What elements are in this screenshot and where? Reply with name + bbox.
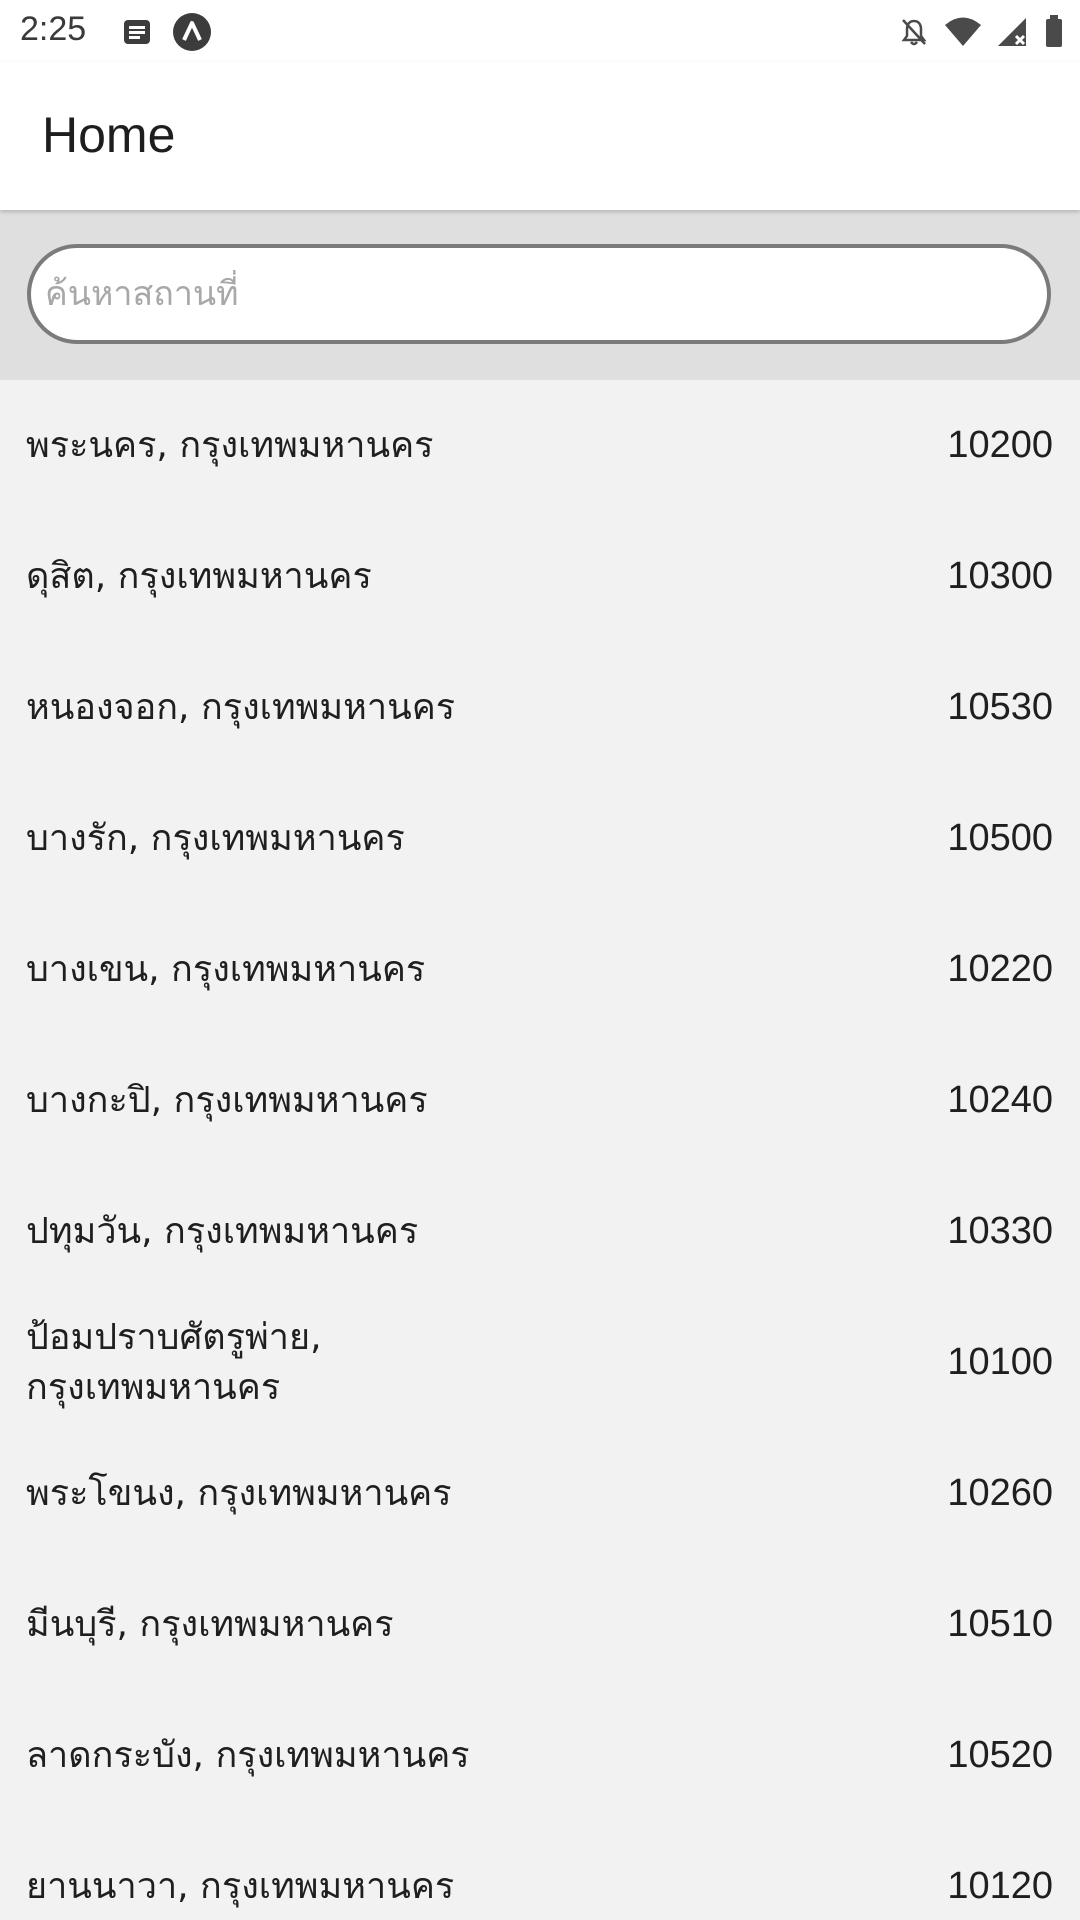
postal-code: 10220 bbox=[947, 948, 1053, 990]
list-item[interactable]: บางรัก, กรุงเทพมหานคร 10500 bbox=[0, 773, 1080, 904]
list-item[interactable]: บางเขน, กรุงเทพมหานคร 10220 bbox=[0, 904, 1080, 1035]
list-item[interactable]: พระโขนง, กรุงเทพมหานคร 10260 bbox=[0, 1428, 1080, 1559]
postal-code: 10240 bbox=[947, 1079, 1053, 1121]
postal-code: 10100 bbox=[947, 1341, 1053, 1383]
list-item[interactable]: ปทุมวัน, กรุงเทพมหานคร 10330 bbox=[0, 1166, 1080, 1297]
battery-icon bbox=[1044, 15, 1064, 49]
postal-code: 10200 bbox=[947, 424, 1053, 466]
list-item[interactable]: หนองจอก, กรุงเทพมหานคร 10530 bbox=[0, 642, 1080, 773]
notes-icon bbox=[122, 17, 152, 47]
postal-code: 10120 bbox=[947, 1865, 1053, 1907]
place-name: บางกะปิ, กรุงเทพมหานคร bbox=[26, 1079, 428, 1121]
place-list: พระนคร, กรุงเทพมหานคร 10200 ดุสิต, กรุงเ… bbox=[0, 380, 1080, 1920]
wifi-icon bbox=[944, 16, 982, 48]
place-name: พระนคร, กรุงเทพมหานคร bbox=[26, 424, 434, 466]
status-system-icons bbox=[898, 12, 1064, 52]
status-notification-icons bbox=[122, 12, 212, 52]
status-time: 2:25 bbox=[20, 10, 87, 48]
bell-off-icon bbox=[898, 16, 930, 48]
postal-code: 10510 bbox=[947, 1603, 1053, 1645]
search-input[interactable] bbox=[27, 244, 1051, 344]
list-item[interactable]: มีนบุรี, กรุงเทพมหานคร 10510 bbox=[0, 1559, 1080, 1690]
postal-code: 10260 bbox=[947, 1472, 1053, 1514]
place-name: บางรัก, กรุงเทพมหานคร bbox=[26, 817, 405, 859]
page-title: Home bbox=[42, 107, 176, 163]
place-name: มีนบุรี, กรุงเทพมหานคร bbox=[26, 1603, 394, 1645]
place-name: หนองจอก, กรุงเทพมหานคร bbox=[26, 686, 456, 728]
place-name: ปทุมวัน, กรุงเทพมหานคร bbox=[26, 1210, 419, 1252]
app-bar: Home bbox=[0, 62, 1080, 210]
signal-icon bbox=[996, 16, 1030, 48]
place-name: ยานนาวา, กรุงเทพมหานคร bbox=[26, 1865, 455, 1907]
place-name: ลาดกระบัง, กรุงเทพมหานคร bbox=[26, 1734, 470, 1776]
place-name: ดุสิต, กรุงเทพมหานคร bbox=[26, 555, 372, 597]
status-bar: 2:25 bbox=[0, 0, 1080, 62]
place-name: ป้อมปราบศัตรูพ่าย, กรุงเทพมหานคร bbox=[26, 1316, 322, 1408]
list-item[interactable]: ดุสิต, กรุงเทพมหานคร 10300 bbox=[0, 511, 1080, 642]
postal-code: 10520 bbox=[947, 1734, 1053, 1776]
place-name: พระโขนง, กรุงเทพมหานคร bbox=[26, 1472, 452, 1514]
app-logo-icon bbox=[172, 12, 212, 52]
list-item[interactable]: บางกะปิ, กรุงเทพมหานคร 10240 bbox=[0, 1035, 1080, 1166]
place-name: บางเขน, กรุงเทพมหานคร bbox=[26, 948, 426, 990]
list-item[interactable]: ยานนาวา, กรุงเทพมหานคร 10120 bbox=[0, 1821, 1080, 1920]
postal-code: 10330 bbox=[947, 1210, 1053, 1252]
postal-code: 10300 bbox=[947, 555, 1053, 597]
postal-code: 10530 bbox=[947, 686, 1053, 728]
list-item[interactable]: ลาดกระบัง, กรุงเทพมหานคร 10520 bbox=[0, 1690, 1080, 1821]
list-item[interactable]: พระนคร, กรุงเทพมหานคร 10200 bbox=[0, 380, 1080, 511]
list-item[interactable]: ป้อมปราบศัตรูพ่าย, กรุงเทพมหานคร 10100 bbox=[0, 1297, 1080, 1428]
search-area bbox=[0, 210, 1080, 380]
postal-code: 10500 bbox=[947, 817, 1053, 859]
